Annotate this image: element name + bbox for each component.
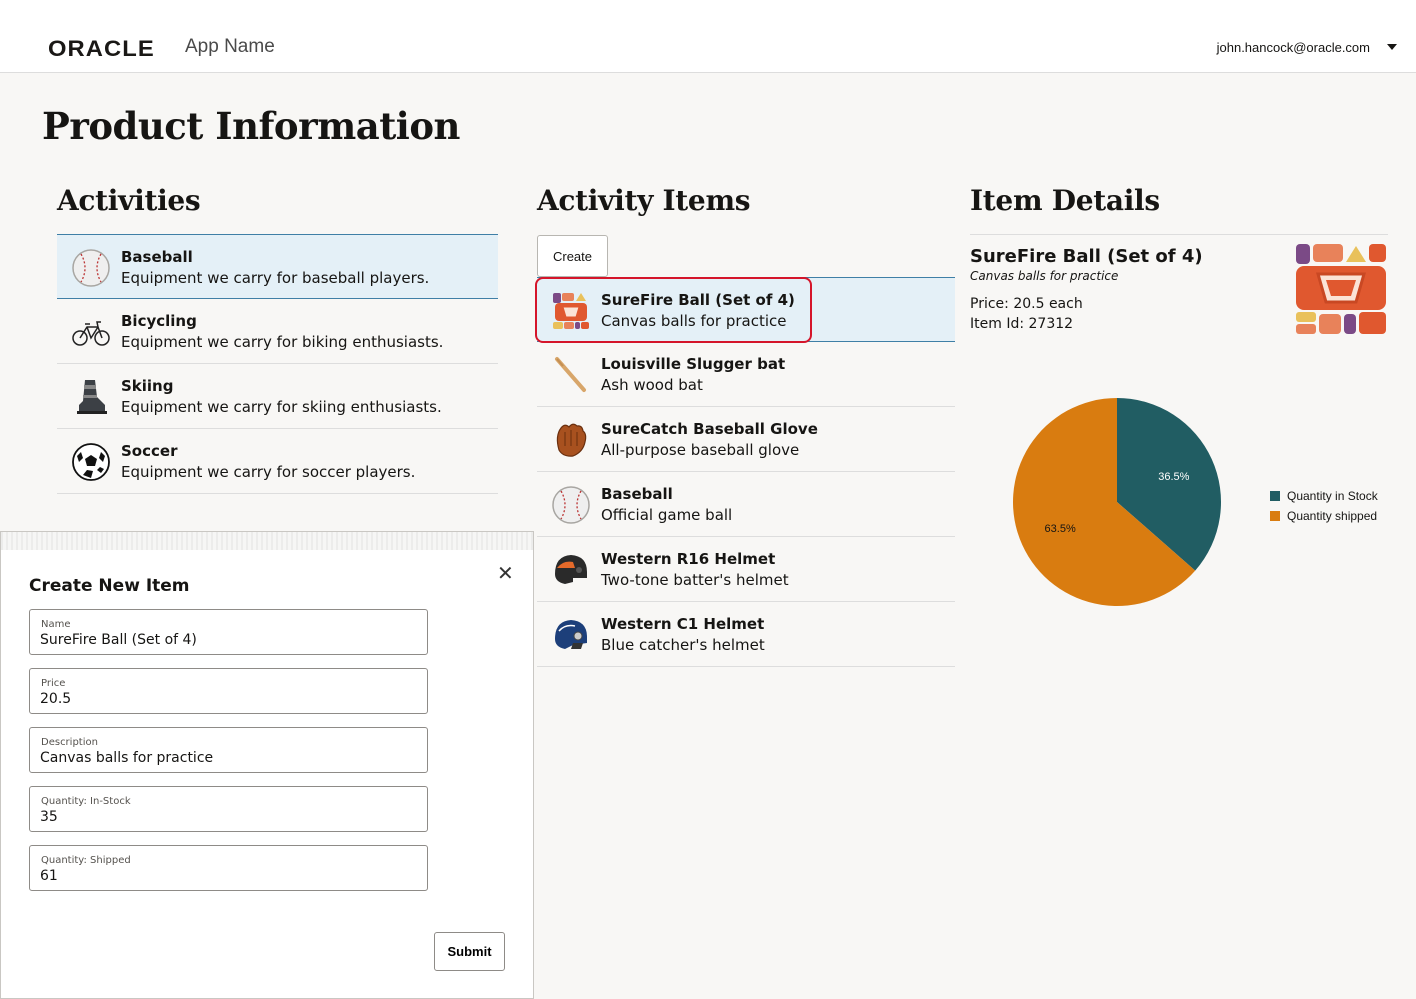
activity-name: Bicycling <box>121 312 197 330</box>
item-name: Western R16 Helmet <box>601 550 776 568</box>
item-details-heading: Item Details <box>970 184 1160 217</box>
name-input[interactable] <box>40 632 410 648</box>
list-item[interactable]: Soccer Equipment we carry for soccer pla… <box>57 429 498 494</box>
list-item[interactable]: Baseball Official game ball <box>537 472 955 537</box>
activity-items-list: SureFire Ball (Set of 4) Canvas balls fo… <box>537 277 955 667</box>
canvas-balls-icon <box>553 293 589 329</box>
description-input[interactable] <box>40 750 410 766</box>
app-header: ORACLE App Name john.hancock@oracle.com <box>0 0 1416 73</box>
quantity-in-stock-field[interactable]: Quantity: In-Stock <box>29 786 428 832</box>
list-item[interactable]: Bicycling Equipment we carry for biking … <box>57 299 498 364</box>
details-price: Price: 20.5 each <box>970 296 1083 312</box>
price-field-label: Price <box>41 678 66 689</box>
activity-items-heading: Activity Items <box>537 184 751 217</box>
item-desc: Two-tone batter's helmet <box>601 571 789 589</box>
item-desc: All-purpose baseball glove <box>601 441 800 459</box>
quantity-shipped-field[interactable]: Quantity: Shipped <box>29 845 428 891</box>
baseball-icon <box>72 249 110 287</box>
activity-desc: Equipment we carry for baseball players. <box>121 269 430 287</box>
activity-name: Soccer <box>121 442 178 460</box>
divider <box>970 234 1388 235</box>
item-name: Western C1 Helmet <box>601 615 765 633</box>
price-field[interactable]: Price <box>29 668 428 714</box>
legend-label-in-stock: Quantity in Stock <box>1287 489 1378 503</box>
activity-name: Baseball <box>121 248 193 266</box>
quantity-in-stock-input[interactable] <box>40 809 410 825</box>
activity-desc: Equipment we carry for soccer players. <box>121 463 416 481</box>
dialog-drag-handle[interactable] <box>1 532 533 550</box>
item-name: Baseball <box>601 485 673 503</box>
baseball-icon <box>552 486 590 524</box>
app-name: App Name <box>185 36 275 57</box>
list-item[interactable]: Louisville Slugger bat Ash wood bat <box>537 342 955 407</box>
quantity-shipped-input[interactable] <box>40 868 410 884</box>
legend-item-shipped[interactable]: Quantity shipped <box>1270 506 1378 526</box>
name-field-label: Name <box>41 619 71 630</box>
description-field-label: Description <box>41 737 98 748</box>
details-item-desc: Canvas balls for practice <box>970 269 1119 283</box>
product-image <box>1296 244 1386 334</box>
dialog-title: Create New Item <box>29 576 190 596</box>
list-item[interactable]: Skiing Equipment we carry for skiing ent… <box>57 364 498 429</box>
legend-swatch-shipped <box>1270 511 1280 521</box>
chart-legend: Quantity in Stock Quantity shipped <box>1270 486 1378 526</box>
list-item[interactable]: Baseball Equipment we carry for baseball… <box>57 234 498 299</box>
quantity-shipped-label: Quantity: Shipped <box>41 855 131 866</box>
item-desc: Blue catcher's helmet <box>601 636 765 654</box>
description-field[interactable]: Description <box>29 727 428 773</box>
glove-icon <box>556 423 587 457</box>
quantity-in-stock-label: Quantity: In-Stock <box>41 796 131 807</box>
legend-item-in-stock[interactable]: Quantity in Stock <box>1270 486 1378 506</box>
user-menu[interactable]: john.hancock@oracle.com <box>1217 40 1370 55</box>
bicycle-icon <box>72 321 110 346</box>
list-item[interactable]: Western C1 Helmet Blue catcher's helmet <box>537 602 955 667</box>
close-icon[interactable]: ✕ <box>497 561 514 585</box>
name-field[interactable]: Name <box>29 609 428 655</box>
activity-name: Skiing <box>121 377 174 395</box>
activity-desc: Equipment we carry for skiing enthusiast… <box>121 398 442 416</box>
pie-data-label-1: 63.5% <box>1045 523 1076 535</box>
item-name: SureCatch Baseball Glove <box>601 420 818 438</box>
price-input[interactable] <box>40 691 410 707</box>
create-button[interactable]: Create <box>537 235 608 277</box>
legend-label-shipped: Quantity shipped <box>1287 509 1378 523</box>
list-item[interactable]: SureFire Ball (Set of 4) Canvas balls fo… <box>537 277 955 342</box>
item-desc: Official game ball <box>601 506 733 524</box>
activity-desc: Equipment we carry for biking enthusiast… <box>121 333 444 351</box>
helmet-icon <box>555 555 587 584</box>
catcher-helmet-icon <box>555 620 587 649</box>
oracle-logo: ORACLE <box>48 36 155 61</box>
ski-boot-icon <box>77 380 107 414</box>
submit-button[interactable]: Submit <box>434 932 505 971</box>
pie-data-label-0: 36.5% <box>1158 471 1189 483</box>
page-title: Product Information <box>42 104 460 148</box>
item-desc: Canvas balls for practice <box>601 312 787 330</box>
bat-icon <box>555 357 586 392</box>
list-item[interactable]: Western R16 Helmet Two-tone batter's hel… <box>537 537 955 602</box>
chevron-down-icon[interactable] <box>1387 44 1397 50</box>
create-item-dialog: Create New Item ✕ Name Price Description… <box>0 531 534 999</box>
details-item-id: Item Id: 27312 <box>970 316 1074 332</box>
activities-heading: Activities <box>57 184 201 217</box>
activities-list: Baseball Equipment we carry for baseball… <box>57 234 498 494</box>
item-name: SureFire Ball (Set of 4) <box>601 291 795 309</box>
soccer-ball-icon <box>72 443 110 481</box>
item-desc: Ash wood bat <box>601 376 703 394</box>
list-item[interactable]: SureCatch Baseball Glove All-purpose bas… <box>537 407 955 472</box>
item-name: Louisville Slugger bat <box>601 355 786 373</box>
details-item-name: SureFire Ball (Set of 4) <box>970 246 1203 267</box>
legend-swatch-in-stock <box>1270 491 1280 501</box>
